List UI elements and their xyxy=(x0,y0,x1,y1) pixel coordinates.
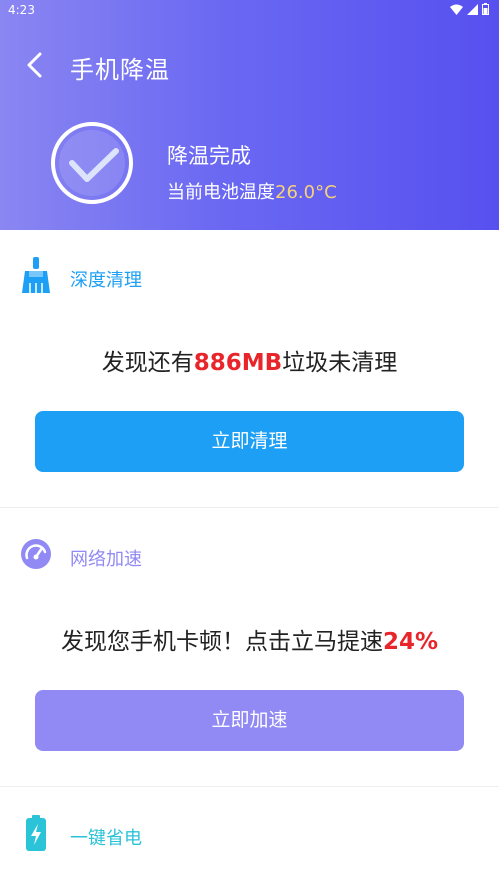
network-boost-message: 发现您手机卡顿！点击立马提速24% xyxy=(0,622,499,656)
boost-now-button[interactable]: 立即加速 xyxy=(35,690,464,751)
divider xyxy=(0,507,499,508)
clean-now-button[interactable]: 立即清理 xyxy=(35,411,464,472)
page-title: 手机降温 xyxy=(70,56,170,84)
power-save-label: 一键省电 xyxy=(70,828,142,849)
deep-clean-message: 发现还有886MB垃圾未清理 xyxy=(0,343,499,377)
temp-value: 26.0°C xyxy=(275,182,337,203)
temp-label: 当前电池温度 xyxy=(167,182,275,203)
message-suffix: 垃圾未清理 xyxy=(282,350,398,376)
message-prefix: 发现还有 xyxy=(101,350,194,376)
deep-clean-header: 深度清理 xyxy=(0,257,499,307)
power-save-section: 一键省电 xyxy=(0,815,499,887)
divider xyxy=(0,786,499,787)
network-boost-section: 网络加速 发现您手机卡顿！点击立马提速24% 立即加速 xyxy=(0,536,499,786)
back-button[interactable] xyxy=(22,50,50,80)
header: 4:23 手机降温 降温完成 当前电池温度26.0°C xyxy=(0,0,499,230)
signal-icon xyxy=(467,3,478,15)
back-arrow-icon xyxy=(27,52,42,78)
wifi-icon xyxy=(450,4,463,15)
status-time: 4:23 xyxy=(8,3,35,17)
power-save-header: 一键省电 xyxy=(0,815,499,865)
checkmark-circle-icon xyxy=(50,121,134,205)
network-boost-header: 网络加速 xyxy=(0,536,499,586)
deep-clean-label: 深度清理 xyxy=(70,270,142,291)
junk-size-highlight: 886MB xyxy=(193,350,283,376)
message-prefix: 发现您手机卡顿！点击立马提速 xyxy=(60,629,383,655)
battery-temp-line: 当前电池温度26.0°C xyxy=(167,178,337,204)
network-boost-label: 网络加速 xyxy=(70,549,142,570)
status-bar: 4:23 xyxy=(0,0,499,22)
broom-icon xyxy=(22,257,50,293)
deep-clean-section: 深度清理 发现还有886MB垃圾未清理 立即清理 xyxy=(0,257,499,507)
speedometer-icon xyxy=(21,539,51,569)
battery-status-icon xyxy=(482,3,489,15)
battery-charging-icon xyxy=(26,815,46,851)
status-icons xyxy=(450,3,489,15)
cooling-done-text: 降温完成 xyxy=(167,144,251,168)
speedup-percent-highlight: 24% xyxy=(382,629,439,655)
